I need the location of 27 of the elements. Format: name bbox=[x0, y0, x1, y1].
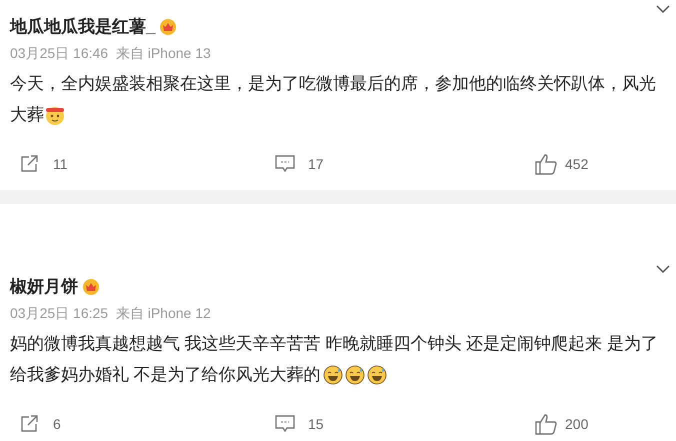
comment-count: 15 bbox=[308, 414, 324, 434]
crown-badge-icon bbox=[82, 278, 100, 296]
like-count: 452 bbox=[565, 154, 588, 174]
emoji-icon bbox=[366, 364, 387, 384]
repost-count: 11 bbox=[53, 154, 68, 174]
emoji-icon bbox=[344, 364, 365, 384]
chevron-down-icon[interactable] bbox=[656, 264, 670, 274]
comment-icon[interactable] bbox=[275, 415, 295, 433]
crown-badge-icon bbox=[159, 18, 178, 36]
post-text-line: 大葬 bbox=[10, 104, 44, 126]
share-icon[interactable] bbox=[20, 415, 40, 433]
post-text-line: 今天，全内娱盛装相聚在这里，是为了吃微博最后的席，参加他的临终关怀趴体，风光 bbox=[10, 73, 656, 95]
chevron-down-icon[interactable] bbox=[656, 4, 670, 14]
post-text-line: 妈的微博我真越想越气 我这些天辛辛苦苦 昨晚就睡四个钟头 还是定闹钟爬起来 是为了 bbox=[10, 333, 658, 355]
thumbs-up-icon[interactable] bbox=[535, 153, 557, 175]
like-count: 200 bbox=[565, 414, 588, 434]
thumbs-up-icon[interactable] bbox=[535, 413, 557, 435]
username[interactable]: 地瓜地瓜我是红薯_ bbox=[10, 14, 156, 40]
repost-count: 6 bbox=[53, 414, 61, 434]
post-text-line: 给我爹妈办婚礼 不是为了给你风光大葬的 bbox=[10, 364, 321, 386]
post-meta: 03月25日 16:25 来自 iPhone 12 bbox=[10, 305, 211, 321]
comment-icon[interactable] bbox=[275, 155, 295, 173]
comment-count: 17 bbox=[308, 154, 324, 174]
share-icon[interactable] bbox=[20, 155, 40, 173]
username[interactable]: 椒妍月饼 bbox=[10, 274, 78, 300]
post-meta: 03月25日 16:46 来自 iPhone 13 bbox=[10, 45, 211, 61]
emoji-icon bbox=[322, 364, 343, 384]
